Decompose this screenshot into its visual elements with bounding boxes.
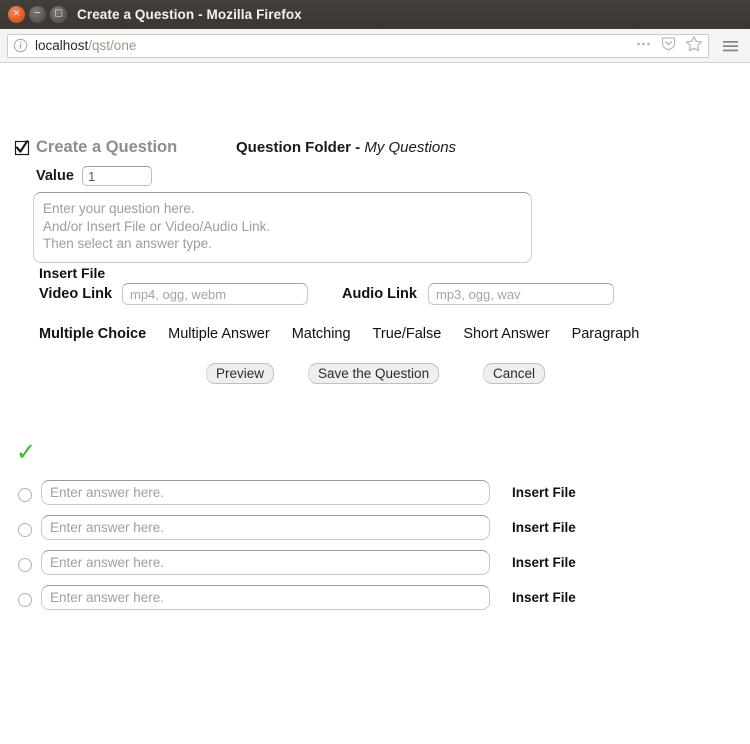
- star-icon[interactable]: [685, 35, 703, 57]
- browser-window: × − □ Create a Question - Mozilla Firefo…: [0, 0, 750, 744]
- question-textarea[interactable]: [33, 192, 532, 263]
- answer-input-2[interactable]: [41, 515, 490, 540]
- url-host: localhost: [35, 38, 88, 53]
- tab-true-false[interactable]: True/False: [373, 326, 442, 342]
- address-bar[interactable]: localhost/qst/one: [7, 34, 709, 58]
- hamburger-menu-icon[interactable]: [718, 38, 743, 54]
- cancel-button[interactable]: Cancel: [483, 363, 545, 384]
- answer-input-4[interactable]: [41, 585, 490, 610]
- answer-insert-file-2[interactable]: Insert File: [512, 520, 576, 535]
- url-path: /qst/one: [88, 38, 136, 53]
- insert-file-button[interactable]: Insert File: [39, 265, 105, 281]
- answer-radio-2[interactable]: [18, 523, 32, 537]
- success-check-icon: ✓: [16, 440, 36, 464]
- question-folder-label: Question Folder -: [236, 139, 360, 156]
- tab-matching[interactable]: Matching: [292, 326, 351, 342]
- address-bar-actions: [627, 35, 703, 57]
- value-label: Value: [36, 168, 74, 184]
- question-folder: Question Folder - My Questions: [236, 139, 456, 156]
- minimize-window-button[interactable]: −: [29, 6, 46, 23]
- tab-short-answer[interactable]: Short Answer: [463, 326, 549, 342]
- pocket-shield-icon[interactable]: [660, 35, 677, 57]
- video-link-input[interactable]: [122, 283, 308, 305]
- maximize-window-button[interactable]: □: [50, 6, 67, 23]
- form-actions: Preview Save the Question Cancel: [0, 363, 750, 387]
- window-title: Create a Question - Mozilla Firefox: [77, 7, 302, 22]
- url-text: localhost/qst/one: [35, 38, 136, 53]
- answer-radio-1[interactable]: [18, 488, 32, 502]
- answer-row: Insert File: [0, 510, 750, 545]
- answer-radio-3[interactable]: [18, 558, 32, 572]
- window-controls: × − □: [8, 6, 67, 23]
- page-content: Create a Question Question Folder - My Q…: [0, 63, 750, 743]
- tab-multiple-answer[interactable]: Multiple Answer: [168, 326, 270, 342]
- close-window-button[interactable]: ×: [8, 6, 25, 23]
- minimize-icon: −: [34, 10, 42, 19]
- answer-insert-file-1[interactable]: Insert File: [512, 485, 576, 500]
- tab-multiple-choice[interactable]: Multiple Choice: [39, 326, 146, 342]
- page-title: Create a Question: [36, 138, 177, 157]
- value-input[interactable]: [82, 166, 152, 186]
- site-info-icon[interactable]: [13, 38, 28, 53]
- tab-paragraph[interactable]: Paragraph: [572, 326, 640, 342]
- video-link-label: Video Link: [39, 286, 112, 302]
- enable-question-checkbox[interactable]: [14, 140, 30, 156]
- answer-type-tabs: Multiple Choice Multiple Answer Matching Tr…: [39, 325, 729, 345]
- answer-input-3[interactable]: [41, 550, 490, 575]
- answer-row: Insert File: [0, 545, 750, 580]
- audio-link-label: Audio Link: [342, 286, 417, 302]
- answer-radio-4[interactable]: [18, 593, 32, 607]
- audio-link-input[interactable]: [428, 283, 614, 305]
- window-titlebar: × − □ Create a Question - Mozilla Firefo…: [0, 0, 750, 29]
- save-question-button[interactable]: Save the Question: [308, 363, 439, 384]
- maximize-icon: □: [54, 10, 63, 19]
- answer-row: Insert File: [0, 475, 750, 510]
- answer-row: Insert File: [0, 580, 750, 615]
- browser-navbar: localhost/qst/one: [0, 29, 750, 63]
- answer-input-1[interactable]: [41, 480, 490, 505]
- question-folder-name: My Questions: [364, 139, 456, 156]
- answer-list: Insert File Insert File Insert File Inse…: [0, 475, 750, 615]
- answer-insert-file-4[interactable]: Insert File: [512, 590, 576, 605]
- close-icon: ×: [13, 10, 21, 19]
- ellipsis-icon[interactable]: [635, 35, 652, 56]
- answer-insert-file-3[interactable]: Insert File: [512, 555, 576, 570]
- preview-button[interactable]: Preview: [206, 363, 274, 384]
